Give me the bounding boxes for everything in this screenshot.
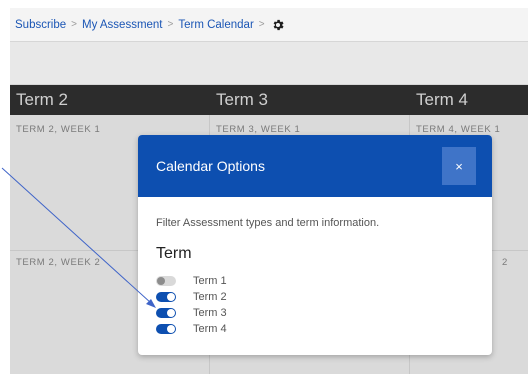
term-4-switch[interactable] <box>156 324 176 334</box>
toolbar-band <box>10 41 528 85</box>
week-label: TERM 2, WEEK 1 <box>16 124 101 135</box>
term-header-row: Term 2 Term 3 Term 4 <box>10 85 528 115</box>
week-label: TERM 4, WEEK 1 <box>416 124 501 135</box>
dialog-title: Calendar Options <box>156 158 265 174</box>
term-3-label: Term 3 <box>193 307 227 319</box>
breadcrumb: Subscribe > My Assessment > Term Calenda… <box>10 8 528 41</box>
breadcrumb-subscribe[interactable]: Subscribe <box>15 19 66 31</box>
close-button[interactable]: × <box>442 147 476 185</box>
term-header-4: Term 4 <box>416 90 468 109</box>
term-4-label: Term 4 <box>193 323 227 335</box>
gear-icon[interactable] <box>271 18 285 32</box>
calendar-options-dialog: Calendar Options × Filter Assessment typ… <box>138 135 492 355</box>
switch-knob <box>167 293 175 301</box>
term-2-switch[interactable] <box>156 292 176 302</box>
term-1-toggle-row[interactable]: Term 1 <box>156 274 227 288</box>
term-2-label: Term 2 <box>193 291 227 303</box>
term-1-label: Term 1 <box>193 275 227 287</box>
close-icon: × <box>455 158 463 174</box>
term-section-title: Term <box>156 245 192 262</box>
switch-knob <box>157 277 165 285</box>
switch-knob <box>167 325 175 333</box>
breadcrumb-term-calendar[interactable]: Term Calendar <box>178 19 253 31</box>
breadcrumb-my-assessment[interactable]: My Assessment <box>82 19 163 31</box>
term-2-toggle-row[interactable]: Term 2 <box>156 290 227 304</box>
term-header-3: Term 3 <box>216 90 268 109</box>
term-4-toggle-row[interactable]: Term 4 <box>156 322 227 336</box>
dialog-header: Calendar Options × <box>138 135 492 197</box>
term-header-2: Term 2 <box>16 90 68 109</box>
dialog-description: Filter Assessment types and term informa… <box>156 217 380 229</box>
term-3-switch[interactable] <box>156 308 176 318</box>
week-label: TERM 2, WEEK 2 <box>16 257 101 268</box>
breadcrumb-separator: > <box>167 19 174 30</box>
week-label: TERM 3, WEEK 1 <box>216 124 301 135</box>
breadcrumb-separator: > <box>258 19 265 30</box>
switch-knob <box>167 309 175 317</box>
term-3-toggle-row[interactable]: Term 3 <box>156 306 227 320</box>
week-label: 2 <box>502 257 508 268</box>
breadcrumb-separator: > <box>71 19 77 30</box>
app-window: Subscribe > My Assessment > Term Calenda… <box>0 0 528 374</box>
term-1-switch[interactable] <box>156 276 176 286</box>
